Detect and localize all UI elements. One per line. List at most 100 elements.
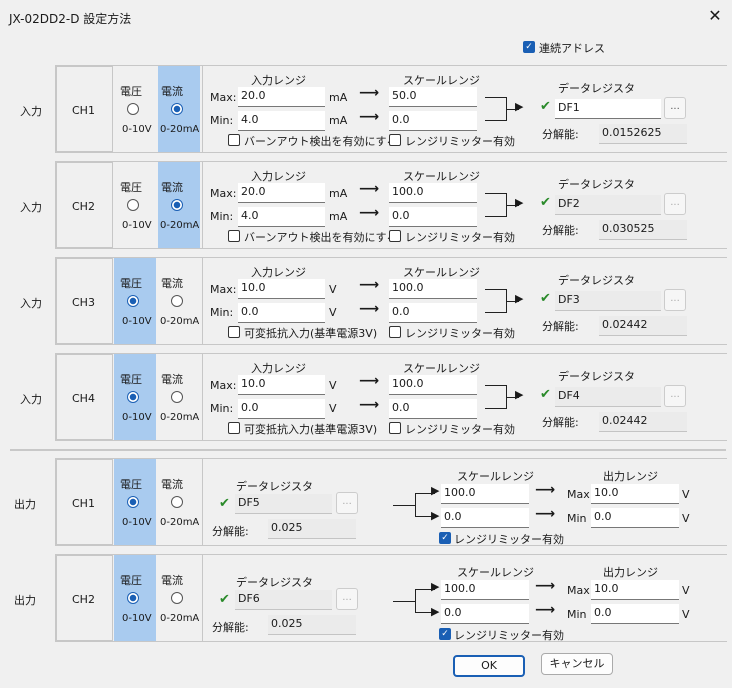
input-min-field[interactable]: 0.0 bbox=[238, 399, 325, 419]
input-range-heading: 入力レンジ bbox=[251, 74, 306, 87]
input-max-field[interactable]: 10.0 bbox=[238, 375, 325, 395]
register-field[interactable]: DF1 bbox=[555, 99, 661, 119]
current-option[interactable]: 電流 0-20mA bbox=[158, 66, 200, 152]
register-field[interactable]: DF5 bbox=[235, 494, 332, 514]
browse-button[interactable]: ... bbox=[664, 97, 686, 119]
window-title: JX-02DD2-D 設定方法 bbox=[9, 12, 132, 26]
current-radio[interactable] bbox=[171, 496, 183, 508]
register-field[interactable]: DF3 bbox=[555, 291, 661, 311]
output-max-field[interactable]: 10.0 bbox=[591, 484, 679, 504]
output-min-field[interactable]: 0.0 bbox=[591, 508, 679, 528]
max-label: Max: bbox=[210, 379, 237, 392]
unit-label: V bbox=[329, 306, 337, 319]
input-max-field[interactable]: 10.0 bbox=[238, 279, 325, 299]
scale-min-field[interactable]: 0.0 bbox=[389, 303, 477, 323]
voltage-option[interactable]: 電圧 0-10V bbox=[114, 459, 156, 545]
data-register-heading: データレジスタ bbox=[558, 370, 635, 383]
scale-min-field[interactable]: 0.0 bbox=[389, 399, 477, 419]
arrow-icon: ⟶ bbox=[535, 578, 556, 594]
max-label: Max bbox=[567, 584, 590, 597]
valid-check-icon: ✔ bbox=[540, 387, 551, 402]
scale-min-field[interactable]: 0.0 bbox=[441, 508, 529, 528]
voltage-option[interactable]: 電圧 0-10V bbox=[114, 162, 156, 248]
bracket-icon bbox=[485, 97, 507, 121]
browse-button[interactable]: ... bbox=[336, 588, 358, 610]
arrow-icon: ⟶ bbox=[359, 205, 380, 221]
channel-label: CH1 bbox=[72, 497, 95, 510]
browse-button[interactable]: ... bbox=[664, 385, 686, 407]
unit-label: V bbox=[329, 379, 337, 392]
register-field[interactable]: DF2 bbox=[555, 195, 661, 215]
current-radio[interactable] bbox=[171, 199, 183, 211]
limiter-label: レンジリミッター有効 bbox=[454, 629, 564, 642]
voltage-radio[interactable] bbox=[127, 295, 139, 307]
input-channel-1: CH1 電圧 0-10V 電流 0-20mA 入力レンジ Max: 20.0 mA Min: 4.0… bbox=[55, 65, 727, 153]
current-range-label: 0-20mA bbox=[160, 220, 200, 231]
resolution-field: 0.02442 bbox=[599, 412, 687, 432]
arrow-head-icon: ▶ bbox=[431, 509, 440, 522]
unit-label: V bbox=[329, 283, 337, 296]
arrow-head-icon: ▶ bbox=[431, 484, 440, 497]
register-field[interactable]: DF6 bbox=[235, 590, 332, 610]
current-option[interactable]: 電流 0-20mA bbox=[158, 459, 200, 545]
output-max-field[interactable]: 10.0 bbox=[591, 580, 679, 600]
register-field[interactable]: DF4 bbox=[555, 387, 661, 407]
bracket-stem bbox=[393, 601, 415, 602]
scale-max-field[interactable]: 100.0 bbox=[441, 484, 529, 504]
input-min-field[interactable]: 0.0 bbox=[238, 303, 325, 323]
current-option[interactable]: 電流 0-20mA bbox=[158, 162, 200, 248]
voltage-radio[interactable] bbox=[127, 103, 139, 115]
input-min-field[interactable]: 4.0 bbox=[238, 207, 325, 227]
limiter-label: レンジリミッター有効 bbox=[405, 135, 515, 148]
ok-button[interactable]: OK bbox=[453, 655, 525, 677]
scale-max-field[interactable]: 50.0 bbox=[389, 87, 477, 107]
cancel-button[interactable]: キャンセル bbox=[541, 653, 613, 675]
scale-min-field[interactable]: 0.0 bbox=[441, 604, 529, 624]
voltage-option[interactable]: 電圧 0-10V bbox=[114, 555, 156, 641]
unit-label: V bbox=[329, 402, 337, 415]
voltage-option[interactable]: 電圧 0-10V bbox=[114, 258, 156, 344]
scale-max-field[interactable]: 100.0 bbox=[441, 580, 529, 600]
close-icon[interactable]: ✕ bbox=[707, 7, 723, 25]
voltage-radio[interactable] bbox=[127, 592, 139, 604]
option-label: バーンアウト検出を有効にする bbox=[244, 135, 398, 148]
voltage-option[interactable]: 電圧 0-10V bbox=[114, 66, 156, 152]
scale-range-heading: スケールレンジ bbox=[457, 470, 534, 483]
scale-max-field[interactable]: 100.0 bbox=[389, 279, 477, 299]
voltage-radio[interactable] bbox=[127, 199, 139, 211]
input-max-field[interactable]: 20.0 bbox=[238, 87, 325, 107]
output-min-field[interactable]: 0.0 bbox=[591, 604, 679, 624]
input-min-field[interactable]: 4.0 bbox=[238, 111, 325, 131]
current-radio[interactable] bbox=[171, 592, 183, 604]
scale-range-heading: スケールレンジ bbox=[403, 362, 480, 375]
min-label: Min bbox=[567, 608, 587, 621]
scale-range-heading: スケールレンジ bbox=[403, 266, 480, 279]
current-radio[interactable] bbox=[171, 295, 183, 307]
browse-button[interactable]: ... bbox=[664, 289, 686, 311]
scale-max-field[interactable]: 100.0 bbox=[389, 375, 477, 395]
current-option[interactable]: 電流 0-20mA bbox=[158, 258, 200, 344]
title-bar: JX-02DD2-D 設定方法 ✕ bbox=[0, 0, 732, 34]
scale-min-field[interactable]: 0.0 bbox=[389, 111, 477, 131]
checkbox-icon bbox=[228, 422, 240, 434]
current-option[interactable]: 電流 0-20mA bbox=[158, 354, 200, 440]
voltage-radio[interactable] bbox=[127, 496, 139, 508]
current-label: 電流 bbox=[161, 478, 183, 491]
voltage-radio[interactable] bbox=[127, 391, 139, 403]
scale-min-field[interactable]: 0.0 bbox=[389, 207, 477, 227]
scale-max-field[interactable]: 100.0 bbox=[389, 183, 477, 203]
browse-button[interactable]: ... bbox=[664, 193, 686, 215]
current-range-label: 0-20mA bbox=[160, 124, 200, 135]
voltage-option[interactable]: 電圧 0-10V bbox=[114, 354, 156, 440]
current-radio[interactable] bbox=[171, 391, 183, 403]
resolution-label: 分解能: bbox=[212, 525, 249, 538]
current-label: 電流 bbox=[161, 373, 183, 386]
input-max-field[interactable]: 20.0 bbox=[238, 183, 325, 203]
current-option[interactable]: 電流 0-20mA bbox=[158, 555, 200, 641]
current-radio[interactable] bbox=[171, 103, 183, 115]
channel-label: CH2 bbox=[72, 593, 95, 606]
scale-range-heading: スケールレンジ bbox=[403, 74, 480, 87]
bracket-icon bbox=[485, 385, 507, 409]
browse-button[interactable]: ... bbox=[336, 492, 358, 514]
checkbox-icon bbox=[389, 230, 401, 242]
